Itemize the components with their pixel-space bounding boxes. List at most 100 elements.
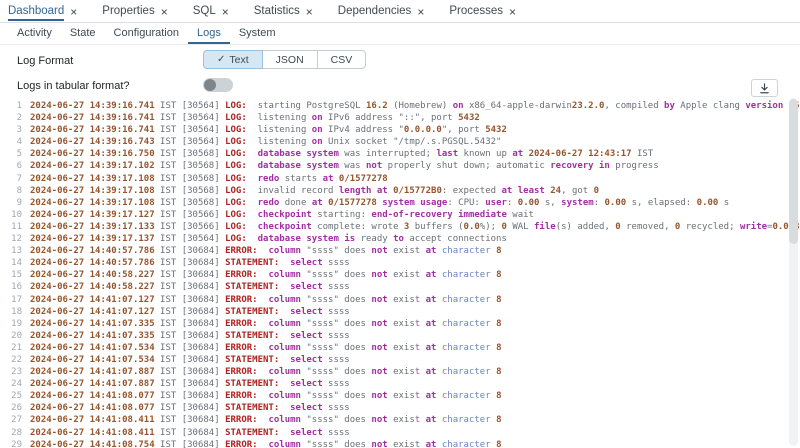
close-icon[interactable]: × <box>70 5 77 18</box>
line-number: 26 <box>0 402 22 414</box>
log-token: 0/1577278 <box>328 198 377 208</box>
log-line: 232024-06-27 14:41:07.887 IST [30684] ER… <box>0 366 800 378</box>
log-line: 192024-06-27 14:41:07.335 IST [30684] ER… <box>0 318 800 330</box>
log-token: at <box>426 246 437 256</box>
log-token: IST [30564] <box>155 113 225 123</box>
log-token: LOG: <box>225 210 247 220</box>
log-token: IST [30568] <box>155 161 225 171</box>
line-number: 19 <box>0 318 22 330</box>
close-icon[interactable]: × <box>161 5 168 18</box>
log-token: is <box>344 234 355 244</box>
log-token: exist <box>388 319 426 329</box>
log-token: STATEMENT: <box>225 331 279 341</box>
tab-state[interactable]: State <box>61 23 105 44</box>
close-icon[interactable]: × <box>417 5 424 18</box>
tab-configuration[interactable]: Configuration <box>105 23 188 44</box>
line-number: 22 <box>0 354 22 366</box>
log-token <box>279 379 290 389</box>
log-token: 8 <box>496 343 501 353</box>
doc-tab-dependencies[interactable]: Dependencies× <box>338 0 436 22</box>
tab-logs[interactable]: Logs <box>188 23 230 44</box>
log-token: select <box>290 379 323 389</box>
log-token: ERROR: <box>225 270 258 280</box>
log-token: starting: <box>312 210 372 220</box>
log-token: at <box>426 295 437 305</box>
log-token: "ssss" does <box>301 319 371 329</box>
line-number: 29 <box>0 439 22 448</box>
line-number: 5 <box>0 148 22 160</box>
close-icon[interactable]: × <box>306 5 313 18</box>
log-token: ERROR: <box>225 415 258 425</box>
log-token: Unix socket "/tmp/.s.PGSQL.5432" <box>323 137 502 147</box>
line-number: 27 <box>0 414 22 426</box>
format-button-label: JSON <box>276 54 304 66</box>
tabular-format-toggle[interactable] <box>203 78 233 92</box>
log-token: LOG: <box>225 161 247 171</box>
download-logs-button[interactable] <box>751 79 778 97</box>
doc-tab-processes[interactable]: Processes× <box>449 0 527 22</box>
log-token: database system <box>258 161 339 171</box>
log-token: 5432 <box>485 125 507 135</box>
log-token: system usage <box>382 198 447 208</box>
log-token: at <box>377 186 388 196</box>
log-token: IST [30684] <box>155 391 225 401</box>
log-token: 2024-06-27 14:41:07.534 <box>30 343 155 353</box>
log-token: "ssss" does <box>301 367 371 377</box>
log-token: : CPU: <box>447 198 485 208</box>
log-token: column <box>268 367 301 377</box>
log-viewer[interactable]: 12024-06-27 14:39:16.741 IST [30564] LOG… <box>0 98 800 448</box>
doc-tab-dashboard[interactable]: Dashboard× <box>8 0 88 22</box>
log-token: not <box>371 415 387 425</box>
log-token: STATEMENT: <box>225 355 279 365</box>
log-token <box>258 367 269 377</box>
doc-tab-statistics[interactable]: Statistics× <box>254 0 324 22</box>
log-token: not <box>371 367 387 377</box>
log-token: character <box>442 343 491 353</box>
log-token: STATEMENT: <box>225 403 279 413</box>
log-token: 2024-06-27 14:39:17.137 <box>30 234 155 244</box>
log-token: buffers ( <box>409 222 463 232</box>
log-token: "ssss" does <box>301 391 371 401</box>
log-token <box>258 343 269 353</box>
log-line: 182024-06-27 14:41:07.127 IST [30684] ST… <box>0 306 800 318</box>
log-token: column <box>268 343 301 353</box>
log-token: 5432 <box>458 113 480 123</box>
log-token: 2024-06-27 14:41:07.127 <box>30 307 155 317</box>
doc-tab-sql[interactable]: SQL× <box>193 0 240 22</box>
log-token: checkpoint <box>258 210 312 220</box>
log-token: at <box>512 149 523 159</box>
log-token <box>247 234 258 244</box>
log-token <box>247 174 258 184</box>
log-token <box>247 161 258 171</box>
tab-activity[interactable]: Activity <box>8 23 61 44</box>
log-token: ERROR: <box>225 319 258 329</box>
log-line: 152024-06-27 14:40:58.227 IST [30684] ER… <box>0 269 800 281</box>
line-number: 20 <box>0 330 22 342</box>
log-token: invalid record <box>247 186 339 196</box>
log-token: : expected <box>442 186 502 196</box>
log-token: STATEMENT: <box>225 307 279 317</box>
format-text-button[interactable]: ✓Text <box>203 50 263 69</box>
log-token: known up <box>458 149 512 159</box>
log-token: select <box>290 403 323 413</box>
log-token: column <box>268 319 301 329</box>
format-json-button[interactable]: JSON <box>262 50 318 69</box>
log-token: checkpoint <box>258 222 312 232</box>
log-scrollbar-thumb[interactable] <box>789 99 798 244</box>
log-token: exist <box>388 391 426 401</box>
log-token: at <box>426 415 437 425</box>
log-token: IST [30566] <box>155 222 225 232</box>
format-csv-button[interactable]: CSV <box>317 50 367 69</box>
log-token: 2024-06-27 14:39:17.108 <box>30 198 155 208</box>
close-icon[interactable]: × <box>509 5 516 18</box>
log-token <box>247 149 258 159</box>
close-icon[interactable]: × <box>222 5 229 18</box>
tab-system[interactable]: System <box>230 23 285 44</box>
log-token: ssss <box>323 258 350 268</box>
log-token: 2024-06-27 14:41:07.534 <box>30 355 155 365</box>
log-scrollbar[interactable] <box>789 98 798 446</box>
log-token <box>247 210 258 220</box>
doc-tab-properties[interactable]: Properties× <box>102 0 178 22</box>
log-token: 16.2 <box>366 101 388 111</box>
line-number: 15 <box>0 269 22 281</box>
